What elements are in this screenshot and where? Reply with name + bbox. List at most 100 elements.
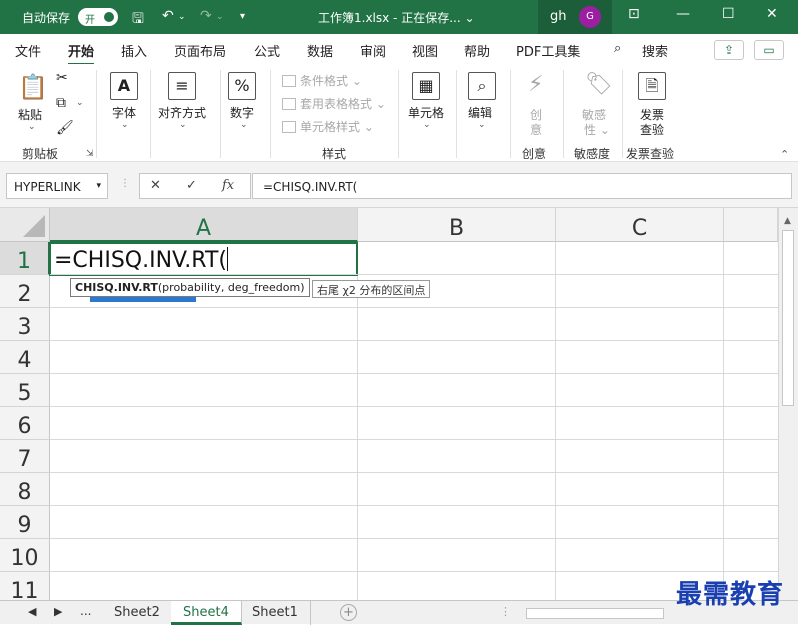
- comments-button[interactable]: ▭: [754, 40, 784, 60]
- find-icon[interactable]: ⌕: [468, 72, 496, 100]
- redo-dropdown-icon[interactable]: ⌄: [216, 12, 224, 22]
- formula-input[interactable]: =CHISQ.INV.RT(: [252, 173, 792, 199]
- vertical-scroll-thumb[interactable]: [782, 230, 794, 406]
- next-sheet-icon[interactable]: ▶: [54, 605, 62, 618]
- tab-splitter-icon[interactable]: ⋮: [500, 605, 511, 618]
- row-header-2[interactable]: 2: [0, 275, 50, 308]
- close-icon[interactable]: ✕: [766, 6, 778, 22]
- cells-label[interactable]: 单元格: [408, 104, 444, 121]
- tooltip-arguments: (probability, deg_freedom): [157, 281, 305, 294]
- tab-page-layout[interactable]: 页面布局: [174, 41, 226, 60]
- tab-data[interactable]: 数据: [307, 41, 333, 60]
- conditional-format-button[interactable]: 条件格式 ⌄: [282, 72, 362, 89]
- more-sheets[interactable]: ...: [80, 604, 91, 618]
- save-icon[interactable]: 🖫: [132, 8, 144, 32]
- tab-view[interactable]: 视图: [412, 41, 438, 60]
- scroll-up-icon[interactable]: ▲: [784, 216, 791, 226]
- number-dropdown-icon[interactable]: ⌄: [240, 120, 248, 130]
- paste-dropdown-icon[interactable]: ⌄: [28, 122, 36, 132]
- maximize-icon[interactable]: ☐: [722, 6, 735, 22]
- font-dropdown-icon[interactable]: ⌄: [121, 120, 129, 130]
- cut-icon[interactable]: ✂: [56, 70, 68, 86]
- tab-review[interactable]: 审阅: [360, 41, 386, 60]
- name-box[interactable]: HYPERLINK ▾: [6, 173, 108, 199]
- invoice-label-bottom[interactable]: 查验: [640, 121, 664, 138]
- row-header-8[interactable]: 8: [0, 473, 50, 506]
- alignment-label[interactable]: 对齐方式: [158, 104, 206, 121]
- sheet-tab-sheet4[interactable]: Sheet4: [171, 601, 242, 625]
- enter-icon[interactable]: ✓: [186, 178, 197, 193]
- insert-function-icon[interactable]: fx: [222, 178, 234, 193]
- tab-help[interactable]: 帮助: [464, 41, 490, 60]
- copy-icon[interactable]: ⧉: [56, 95, 66, 111]
- cell-styles-button[interactable]: 单元格样式 ⌄: [282, 118, 374, 135]
- row-header-7[interactable]: 7: [0, 440, 50, 473]
- autosave-toggle[interactable]: 开: [78, 8, 118, 26]
- creative-icon[interactable]: ⚡: [528, 72, 543, 97]
- row-header-9[interactable]: 9: [0, 506, 50, 539]
- row-header-6[interactable]: 6: [0, 407, 50, 440]
- tab-file[interactable]: 文件: [15, 41, 41, 60]
- table-format-button[interactable]: 套用表格格式 ⌄: [282, 95, 386, 112]
- horizontal-scrollbar[interactable]: [526, 608, 664, 619]
- sheet-tab-sheet1[interactable]: Sheet1: [240, 601, 311, 625]
- select-all-button[interactable]: [0, 208, 50, 242]
- row-header-4[interactable]: 4: [0, 341, 50, 374]
- vertical-scrollbar[interactable]: ▲: [778, 208, 798, 600]
- editing-dropdown-icon[interactable]: ⌄: [478, 120, 486, 130]
- autocomplete-selection-bar: [90, 297, 196, 302]
- search-label[interactable]: 搜索: [642, 41, 668, 60]
- tab-formulas[interactable]: 公式: [254, 41, 280, 60]
- invoice-icon[interactable]: 🗎: [638, 72, 666, 100]
- customize-toolbar-icon[interactable]: ▾: [240, 11, 245, 22]
- alignment-icon[interactable]: ≡: [168, 72, 196, 100]
- column-header-c[interactable]: C: [556, 208, 724, 242]
- prev-sheet-icon[interactable]: ◀: [28, 605, 36, 618]
- row-header-5[interactable]: 5: [0, 374, 50, 407]
- sensitivity-label-bottom[interactable]: 性 ⌄: [584, 121, 610, 138]
- alignment-dropdown-icon[interactable]: ⌄: [179, 120, 187, 130]
- tooltip-function-name[interactable]: CHISQ.INV.RT: [75, 281, 158, 294]
- percent-icon[interactable]: %: [228, 72, 256, 100]
- column-header-a[interactable]: A: [50, 208, 358, 242]
- font-icon[interactable]: A: [110, 72, 138, 100]
- add-sheet-button[interactable]: +: [340, 604, 357, 621]
- tab-home[interactable]: 开始: [68, 41, 95, 66]
- plus-icon: +: [343, 605, 354, 620]
- copy-dropdown-icon[interactable]: ⌄: [76, 98, 84, 108]
- row-header-1[interactable]: 1: [0, 242, 50, 275]
- sensitivity-icon[interactable]: 🏷: [585, 72, 613, 97]
- collapse-ribbon-icon[interactable]: ⌃: [780, 148, 789, 161]
- tab-insert[interactable]: 插入: [121, 41, 147, 60]
- creative-label-bottom[interactable]: 意: [530, 121, 542, 138]
- user-account[interactable]: gh G: [538, 0, 612, 34]
- search-icon[interactable]: ⌕: [614, 41, 621, 56]
- cells-dropdown-icon[interactable]: ⌄: [423, 120, 431, 130]
- share-button[interactable]: ⇪: [714, 40, 744, 60]
- paste-label[interactable]: 粘贴: [18, 106, 42, 123]
- redo-icon[interactable]: ↷: [200, 8, 212, 24]
- sheet-tab-sheet2[interactable]: Sheet2: [102, 601, 173, 625]
- row-header-3[interactable]: 3: [0, 308, 50, 341]
- number-label[interactable]: 数字: [230, 104, 254, 121]
- minimize-icon[interactable]: —: [676, 6, 690, 22]
- cells-icon[interactable]: ▦: [412, 72, 440, 100]
- column-header-d[interactable]: [724, 208, 778, 242]
- paste-icon[interactable]: 📋: [18, 74, 48, 102]
- group-separator: [563, 70, 564, 158]
- undo-icon[interactable]: ↶: [162, 8, 174, 24]
- name-box-dropdown-icon[interactable]: ▾: [96, 181, 101, 191]
- editing-label[interactable]: 编辑: [468, 104, 492, 121]
- tab-pdf-tools[interactable]: PDF工具集: [516, 41, 580, 60]
- font-label[interactable]: 字体: [112, 104, 136, 121]
- user-initials: gh: [550, 9, 567, 24]
- ribbon-display-icon[interactable]: ⊡: [628, 6, 640, 22]
- clipboard-launcher-icon[interactable]: ⇲: [86, 149, 94, 159]
- cancel-icon[interactable]: ✕: [150, 178, 161, 193]
- format-painter-icon[interactable]: 🖌: [56, 120, 74, 136]
- column-header-b[interactable]: B: [358, 208, 556, 242]
- row-divider: [50, 538, 778, 539]
- undo-dropdown-icon[interactable]: ⌄: [178, 12, 186, 22]
- active-cell-a1[interactable]: =CHISQ.INV.RT(: [49, 242, 358, 276]
- row-header-10[interactable]: 10: [0, 539, 50, 572]
